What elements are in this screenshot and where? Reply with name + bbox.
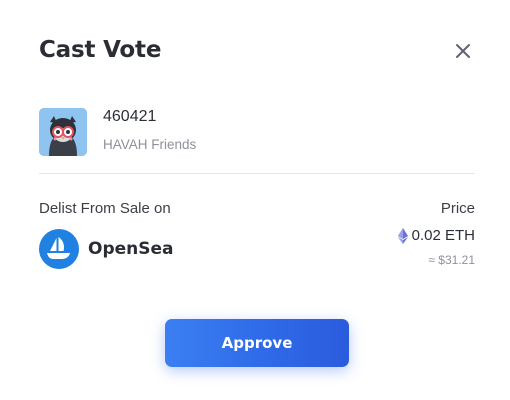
- price-amount-row: 0.02 ETH: [397, 227, 475, 244]
- opensea-logo-icon: [39, 229, 79, 269]
- owl-avatar-icon: [39, 108, 87, 156]
- modal-title: Cast Vote: [39, 37, 162, 63]
- approve-button[interactable]: Approve: [165, 319, 349, 367]
- nft-token-id: 460421: [103, 108, 157, 125]
- price-eth: 0.02 ETH: [411, 227, 475, 244]
- divider: [39, 173, 475, 174]
- close-icon[interactable]: [453, 41, 473, 61]
- eth-icon: [397, 227, 408, 244]
- marketplace-name: OpenSea: [88, 239, 174, 259]
- cast-vote-modal: Cast Vote 460421 HAVAH Friends Delist Fr…: [0, 0, 510, 400]
- action-label: Delist From Sale on: [39, 200, 171, 217]
- price-usd: ≈ $31.21: [428, 253, 475, 267]
- nft-collection-name: HAVAH Friends: [103, 137, 197, 152]
- price-label: Price: [440, 200, 475, 217]
